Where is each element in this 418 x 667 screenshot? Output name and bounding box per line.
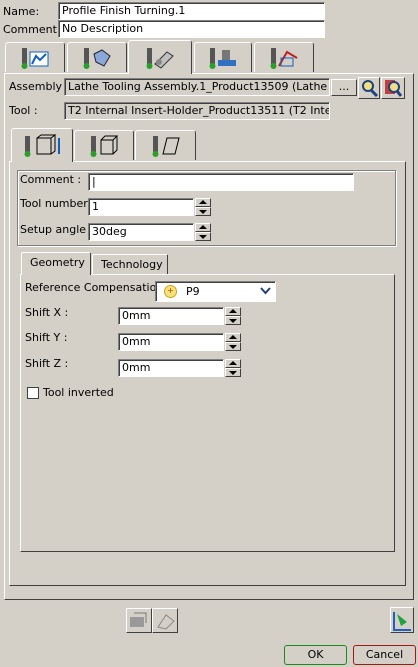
param-comment-field[interactable]: | — [88, 173, 354, 191]
shift-z-field[interactable]: 0mm — [118, 359, 224, 377]
tool-number-field[interactable]: 1 — [88, 198, 194, 216]
catalog-search-icon — [385, 80, 403, 97]
name-field[interactable]: Profile Finish Turning.1 — [58, 2, 325, 20]
cancel-button[interactable]: Cancel — [353, 645, 416, 665]
replace-tool-icon — [130, 612, 147, 627]
tab-machining-strategy[interactable] — [194, 42, 252, 72]
tool-tab-icon — [83, 47, 111, 69]
tool-path-replay-button[interactable] — [390, 607, 414, 633]
reference-compensation-value: P9 — [186, 285, 200, 298]
insert-tab-icon — [152, 135, 180, 157]
tool-holder-tab-icon — [24, 134, 60, 157]
assembly-field: Lathe Tooling Assembly.1_Product13509 (L… — [64, 78, 330, 96]
tab-insert-holder[interactable] — [74, 130, 134, 160]
setup-angle-stepper[interactable] — [195, 223, 211, 241]
reference-compensation-select[interactable]: + P9 — [155, 281, 276, 302]
tool-number-stepper[interactable] — [195, 198, 211, 216]
macro-tab-icon — [270, 47, 298, 69]
tab-tool[interactable] — [67, 42, 127, 72]
comment-field[interactable]: No Description — [58, 20, 325, 38]
remove-tool-button[interactable] — [152, 608, 178, 633]
tool-assembly-tab-icon — [146, 47, 174, 69]
name-label: Name: — [3, 5, 40, 18]
shift-x-label: Shift X : — [25, 306, 69, 319]
geometry-tab-icon — [21, 47, 49, 69]
shift-y-field[interactable]: 0mm — [118, 333, 224, 351]
chevron-down-icon — [258, 283, 273, 298]
tool-path-replay-icon — [393, 612, 411, 631]
comment-label: Comment: — [3, 23, 61, 36]
tab-tool-holder[interactable] — [11, 128, 73, 162]
shift-x-field[interactable]: 0mm — [118, 307, 224, 325]
replace-tool-button[interactable] — [126, 608, 152, 633]
search-tool-button[interactable] — [358, 77, 380, 99]
shift-z-label: Shift Z : — [25, 357, 69, 370]
assembly-label: Assembly : — [9, 80, 70, 93]
tab-macros[interactable] — [254, 42, 314, 72]
compensation-point-icon: + — [164, 285, 177, 298]
setup-angle-field[interactable]: 30deg — [88, 223, 194, 241]
ok-button[interactable]: OK — [284, 645, 347, 665]
assembly-browse-button[interactable]: ... — [331, 79, 357, 96]
setup-angle-label: Setup angle : — [20, 223, 94, 236]
shift-z-stepper[interactable] — [225, 359, 241, 377]
machining-strategy-tab-icon — [209, 47, 236, 69]
tab-geometry[interactable] — [5, 42, 65, 72]
shift-y-label: Shift Y : — [25, 331, 68, 344]
remove-tool-icon — [157, 614, 175, 630]
tool-label: Tool : — [9, 104, 38, 117]
magnifier-icon — [362, 80, 379, 98]
tool-number-label: Tool number : — [20, 197, 95, 210]
search-catalog-button[interactable] — [381, 77, 405, 99]
tool-field: T2 Internal Insert-Holder_Product13511 (… — [64, 102, 330, 120]
tool-inverted-checkbox[interactable] — [27, 387, 39, 399]
shift-x-stepper[interactable] — [225, 307, 241, 325]
tool-inverted-label: Tool inverted — [43, 386, 114, 399]
shift-y-stepper[interactable] — [225, 333, 241, 351]
tab-insert[interactable] — [135, 130, 196, 160]
reference-compensation-label: Reference Compensation : — [25, 281, 171, 294]
param-comment-label: Comment : — [20, 173, 82, 186]
insert-holder-tab-icon — [90, 135, 119, 157]
tab-tool-assembly[interactable] — [128, 40, 192, 74]
tab-technology[interactable]: Technology — [92, 254, 168, 274]
tab-geometry-params[interactable]: Geometry — [21, 252, 91, 275]
